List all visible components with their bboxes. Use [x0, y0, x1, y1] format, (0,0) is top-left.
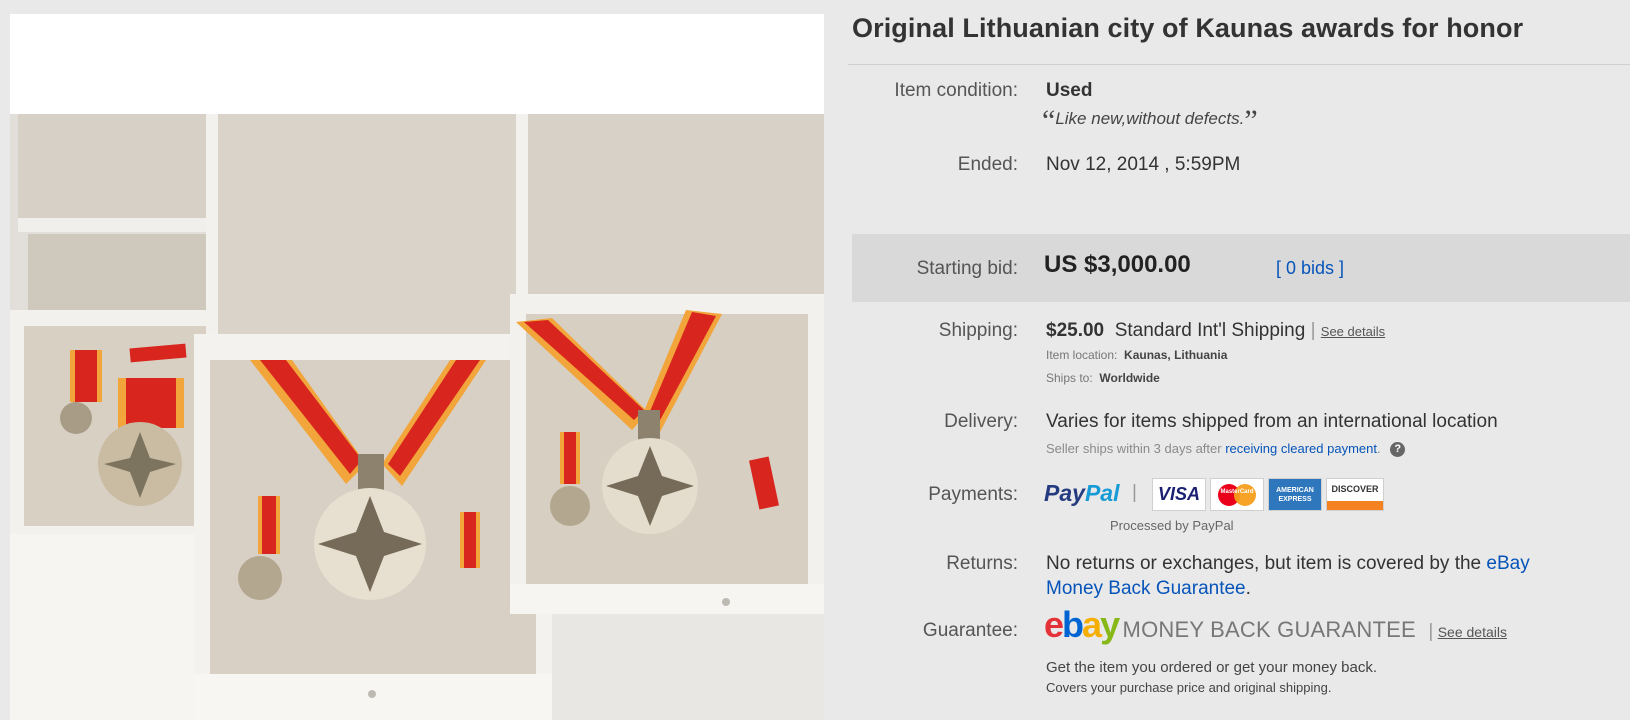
starting-bid-label: Starting bid: — [916, 258, 1018, 279]
ebay-logo-a: a — [1082, 604, 1102, 645]
shipping-row: $25.00 Standard Int'l Shipping | See det… — [1046, 320, 1385, 342]
paypal-logo: PayPal — [1044, 480, 1119, 507]
shipping-method: Standard Int'l Shipping — [1114, 320, 1306, 341]
shipping-details-link[interactable]: See details — [1321, 324, 1385, 339]
returns-text: No returns or exchanges, but item is cov… — [1046, 553, 1530, 575]
close-quote: ” — [1244, 104, 1258, 137]
ended-label: Ended: — [957, 154, 1018, 175]
item-photo[interactable] — [10, 114, 824, 720]
mastercard-text: MasterCard — [1220, 489, 1254, 495]
ships-to: Ships to: Worldwide — [1046, 371, 1160, 385]
delivery-note-prefix: Seller ships within 3 days after — [1046, 441, 1222, 456]
image-panel — [10, 14, 824, 720]
visa-icon: VISA — [1152, 478, 1206, 511]
shipping-label: Shipping: — [938, 320, 1018, 341]
condition-value: Used — [1046, 80, 1093, 101]
returns-text-line2: Money Back Guarantee. — [1046, 578, 1251, 600]
returns-suffix: . — [1245, 578, 1251, 599]
bids-link[interactable]: [ 0 bids ] — [1276, 258, 1344, 279]
condition-note-text: Like new,without defects. — [1055, 109, 1245, 128]
discover-icon: DISCOVER — [1326, 478, 1384, 511]
item-location-label: Item location: — [1046, 348, 1118, 362]
delivery-value: Varies for items shipped from an interna… — [1046, 411, 1498, 432]
open-quote: “ — [1042, 104, 1056, 137]
delivery-note: Seller ships within 3 days after receivi… — [1046, 441, 1406, 458]
visa-text: VISA — [1157, 484, 1200, 504]
middle-case — [194, 114, 552, 720]
paypal-logo-pay: Pay — [1044, 480, 1085, 506]
cleared-payment-link[interactable]: receiving cleared payment — [1225, 441, 1377, 456]
ebay-logo-b: b — [1062, 604, 1084, 645]
paypal-logo-pal: Pal — [1084, 480, 1120, 506]
ebay-mbg: ebay MONEY BACK GUARANTEE | See details — [1044, 604, 1507, 646]
money-back-guarantee-text: MONEY BACK GUARANTEE — [1122, 617, 1416, 642]
guarantee-details-link[interactable]: See details — [1438, 624, 1507, 640]
guarantee-line1: Get the item you ordered or get your mon… — [1046, 659, 1378, 676]
item-location-value: Kaunas, Lithuania — [1124, 348, 1228, 362]
divider — [848, 64, 1630, 65]
money-back-guarantee-link[interactable]: Money Back Guarantee — [1046, 578, 1246, 599]
delivery-label: Delivery: — [944, 411, 1018, 432]
guarantee-label: Guarantee: — [922, 620, 1018, 641]
help-icon[interactable]: ? — [1390, 442, 1406, 458]
amex-icon: AMERICAN EXPRESS — [1268, 478, 1322, 511]
item-location: Item location: Kaunas, Lithuania — [1046, 348, 1227, 362]
shipping-separator: | — [1310, 320, 1316, 341]
returns-label: Returns: — [946, 553, 1018, 574]
guarantee-separator: | — [1428, 621, 1434, 642]
condition-label: Item condition: — [894, 80, 1018, 101]
starting-bid-amount: US $3,000.00 — [1044, 251, 1191, 278]
processed-by-paypal: Processed by PayPal — [1110, 518, 1234, 533]
ships-to-value: Worldwide — [1099, 371, 1160, 385]
ended-value: Nov 12, 2014 , 5:59PM — [1046, 154, 1241, 175]
returns-policy: No returns or exchanges, but item is cov… — [1046, 553, 1482, 574]
payments-separator: | — [1132, 482, 1137, 503]
shipping-cost: $25.00 — [1046, 320, 1105, 341]
item-title: Original Lithuanian city of Kaunas award… — [852, 13, 1524, 43]
ships-to-label: Ships to: — [1046, 371, 1093, 385]
mastercard-icon: MasterCard — [1210, 478, 1264, 511]
mastercard-orange-circle — [1234, 484, 1256, 506]
listing-details: Original Lithuanian city of Kaunas award… — [848, 0, 1630, 720]
delivery-note-suffix: . — [1376, 441, 1381, 456]
ebay-logo-e: e — [1044, 604, 1064, 645]
right-case — [510, 114, 824, 720]
payments-label: Payments: — [928, 484, 1018, 505]
ebay-link[interactable]: eBay — [1486, 553, 1529, 574]
card-logos: VISA MasterCard AMERICAN EXPRESS DISCOVE… — [1152, 478, 1384, 512]
ebay-logo: ebay — [1044, 604, 1120, 645]
guarantee-line2: Covers your purchase price and original … — [1046, 680, 1332, 695]
condition-note: “Like new,without defects.” — [1042, 104, 1258, 138]
amex-text: AMERICAN EXPRESS — [1276, 487, 1314, 503]
discover-stripe — [1327, 501, 1383, 510]
ebay-logo-y: y — [1100, 604, 1120, 645]
discover-text: DISCOVER — [1331, 484, 1379, 494]
